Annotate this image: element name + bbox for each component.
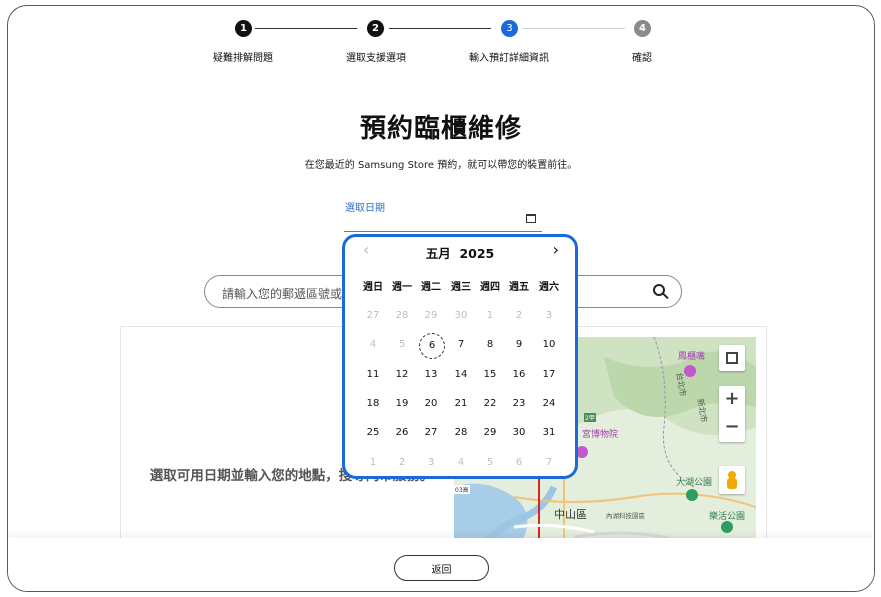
step-4-label: 確認 (632, 53, 652, 64)
map-label-neihu: 內湖科技園區 (606, 512, 645, 520)
calendar-day: 28 (395, 310, 409, 321)
calendar-day[interactable]: 22 (477, 391, 503, 417)
step-3-label: 輸入預訂詳細資訊 (469, 53, 549, 64)
next-month-button[interactable]: › (553, 242, 559, 258)
calendar-day[interactable]: 26 (389, 420, 415, 446)
calendar-day: 1 (369, 457, 377, 468)
weekday-header: 週四 (480, 282, 500, 293)
calendar-day[interactable]: 24 (536, 391, 562, 417)
map-label-museum: 宮博物院 (582, 430, 619, 440)
date-picker-popup: ‹ 五月 2025 › 週日 週一 週二 週三 週四 週五 週六 27 28 29 30 1 2 3 4 5… (342, 234, 578, 479)
calendar-day: 6 (515, 457, 523, 468)
weekday-header: 週一 (392, 282, 412, 293)
calendar-day[interactable]: 30 (506, 420, 532, 446)
fullscreen-icon (726, 352, 738, 364)
map-label-zhongshan: 中山區 (554, 508, 587, 521)
calendar-day: 5 (486, 457, 494, 468)
calendar-day[interactable]: 19 (389, 391, 415, 417)
fullscreen-button[interactable] (719, 345, 745, 371)
calendar-day: 2 (398, 457, 406, 468)
calendar-day: 3 (427, 457, 435, 468)
step-4-indicator: 4 (634, 20, 651, 37)
map-label-lehe-park: 樂活公園 (709, 512, 746, 522)
calendar-day[interactable]: 14 (448, 362, 474, 388)
step-2-label: 選取支援選項 (346, 53, 406, 64)
calendar-month: 五月 (425, 246, 451, 261)
step-connector (389, 28, 491, 29)
calendar-day[interactable]: 25 (360, 420, 386, 446)
calendar-day: 3 (545, 310, 553, 321)
calendar-header: 五月 2025 (345, 243, 575, 262)
calendar-day: 7 (545, 457, 553, 468)
weekday-header: 週六 (539, 282, 559, 293)
calendar-day[interactable]: 18 (360, 391, 386, 417)
calendar-day: 4 (369, 339, 377, 350)
calendar-day[interactable]: 10 (536, 332, 562, 358)
weekday-header: 週三 (451, 282, 471, 293)
calendar-day[interactable]: 13 (418, 362, 444, 388)
step-connector (523, 28, 625, 29)
weekday-header: 週日 (363, 282, 383, 293)
search-placeholder: 請輸入您的郵遞區號或 (222, 287, 343, 301)
calendar-icon[interactable] (526, 214, 536, 223)
step-2-indicator: 2 (367, 20, 384, 37)
weekday-header: 週二 (421, 282, 441, 293)
calendar-day[interactable]: 29 (477, 420, 503, 446)
street-view-button[interactable] (719, 466, 745, 494)
zoom-controls: + − (719, 386, 745, 442)
map-road-marker-2: 03高 (454, 485, 470, 494)
zoom-out-icon[interactable]: − (719, 416, 745, 437)
step-3-indicator: 3 (501, 20, 518, 37)
step-1-indicator: 1 (235, 20, 252, 37)
calendar-day[interactable]: 16 (506, 362, 532, 388)
calendar-day[interactable]: 7 (448, 332, 474, 358)
step-1-label: 疑難排解問題 (213, 53, 273, 64)
calendar-day: 27 (366, 310, 380, 321)
back-button[interactable]: 返回 (394, 555, 489, 581)
date-input[interactable] (344, 209, 542, 232)
calendar-day[interactable]: 28 (448, 420, 474, 446)
footer-bar: 返回 (8, 538, 874, 591)
calendar-day-today[interactable]: 6 (419, 333, 445, 359)
calendar-day[interactable]: 17 (536, 362, 562, 388)
page-subtitle: 在您最近的 Samsung Store 預約，就可以帶您的裝置前往。 (304, 160, 578, 171)
page-title: 預約臨櫃維修 (359, 114, 522, 144)
calendar-day[interactable]: 21 (448, 391, 474, 417)
weekday-header: 週五 (509, 282, 529, 293)
zoom-in-icon[interactable]: + (719, 388, 745, 409)
calendar-day[interactable]: 11 (360, 362, 386, 388)
search-icon[interactable] (653, 284, 665, 296)
calendar-day[interactable]: 9 (506, 332, 532, 358)
map-label-dahu-park: 大湖公園 (676, 478, 713, 488)
calendar-day[interactable]: 12 (389, 362, 415, 388)
calendar-day: 4 (457, 457, 465, 468)
pegman-body (727, 478, 737, 489)
calendar-day[interactable]: 8 (477, 332, 503, 358)
calendar-day[interactable]: 31 (536, 420, 562, 446)
calendar-day[interactable]: 23 (506, 391, 532, 417)
calendar-day[interactable]: 15 (477, 362, 503, 388)
calendar-day: 30 (454, 310, 468, 321)
calendar-day[interactable]: 27 (418, 420, 444, 446)
calendar-day[interactable]: 20 (418, 391, 444, 417)
calendar-year: 2025 (459, 246, 495, 261)
map-label-fenguizui: 鳳櫃嘴 (678, 352, 706, 362)
calendar-day: 29 (424, 310, 438, 321)
booking-window: 1 2 3 4 疑難排解問題 選取支援選項 輸入預訂詳細資訊 確認 預約臨櫃維修… (7, 5, 875, 592)
calendar-day: 1 (486, 310, 494, 321)
calendar-day: 5 (398, 339, 406, 350)
calendar-day: 2 (515, 310, 523, 321)
step-connector (255, 28, 357, 29)
map-road-marker: 2甲 (584, 413, 596, 422)
